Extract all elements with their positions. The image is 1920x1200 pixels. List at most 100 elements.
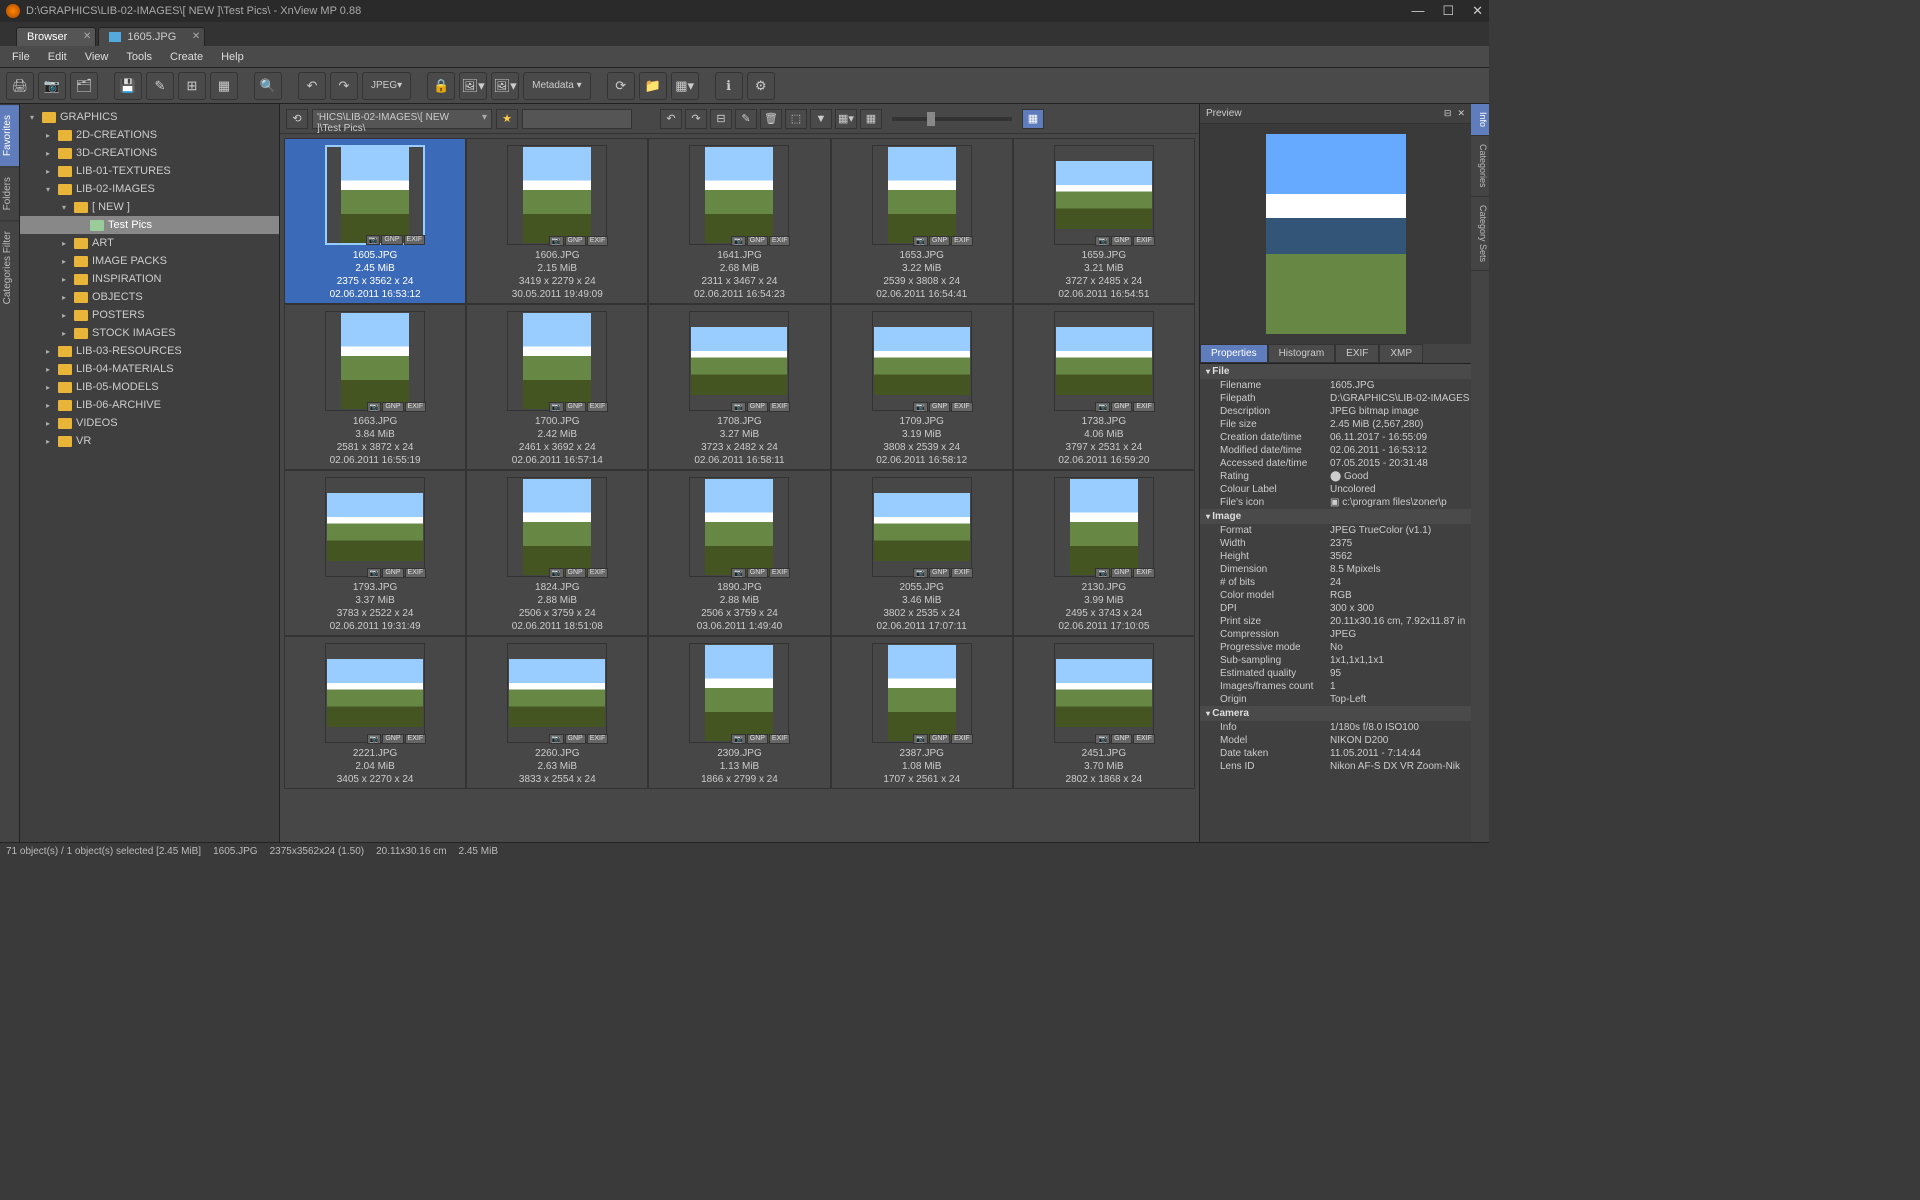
- addr-button[interactable]: ⬚: [785, 109, 807, 129]
- tree-node[interactable]: ▸LIB-05-MODELS: [20, 378, 279, 396]
- thumbnail-cell[interactable]: 📷GNPEXIF1663.JPG3.84 MiB2581 x 3872 x 24…: [284, 304, 466, 470]
- tree-node[interactable]: ▸ART: [20, 234, 279, 252]
- addr-button[interactable]: ▦: [860, 109, 882, 129]
- addr-button[interactable]: ▼: [810, 109, 832, 129]
- thumbnail-cell[interactable]: 📷GNPEXIF1709.JPG3.19 MiB3808 x 2539 x 24…: [831, 304, 1013, 470]
- tree-node[interactable]: ▾LIB-02-IMAGES: [20, 180, 279, 198]
- expand-icon[interactable]: ▸: [58, 239, 70, 248]
- addr-button[interactable]: 🗑: [760, 109, 782, 129]
- tree-node[interactable]: ▸LIB-06-ARCHIVE: [20, 396, 279, 414]
- thumbnail-cell[interactable]: 📷GNPEXIF1659.JPG3.21 MiB3727 x 2485 x 24…: [1013, 138, 1195, 304]
- doc-tab[interactable]: Browser✕: [16, 27, 96, 46]
- expand-icon[interactable]: ▸: [42, 437, 54, 446]
- thumb-size-slider[interactable]: [892, 117, 1012, 121]
- addr-button[interactable]: ⊟: [710, 109, 732, 129]
- favorite-star-button[interactable]: ★: [496, 109, 518, 129]
- folder-tree[interactable]: ▾GRAPHICS▸2D-CREATIONS▸3D-CREATIONS▸LIB-…: [20, 104, 280, 842]
- toolbar-button[interactable]: 📷: [38, 72, 66, 100]
- toolbar-button[interactable]: JPEG▾: [362, 72, 411, 100]
- expand-icon[interactable]: ▸: [58, 329, 70, 338]
- expand-icon[interactable]: ▾: [42, 185, 54, 194]
- menu-edit[interactable]: Edit: [48, 51, 67, 63]
- addr-button[interactable]: ✎: [735, 109, 757, 129]
- sidetab-folders[interactable]: Folders: [0, 166, 19, 220]
- thumbnail-cell[interactable]: 📷GNPEXIF1738.JPG4.06 MiB3797 x 2531 x 24…: [1013, 304, 1195, 470]
- expand-icon[interactable]: ▸: [42, 419, 54, 428]
- expand-icon[interactable]: ▸: [42, 347, 54, 356]
- toolbar-button[interactable]: ✎: [146, 72, 174, 100]
- close-panel-icon[interactable]: ✕: [1457, 108, 1465, 119]
- thumbnail-cell[interactable]: 📷GNPEXIF1606.JPG2.15 MiB3419 x 2279 x 24…: [466, 138, 648, 304]
- sidetab-category-sets[interactable]: Category Sets: [1471, 197, 1489, 271]
- toolbar-button[interactable]: ▦▾: [671, 72, 699, 100]
- tree-node[interactable]: ▸2D-CREATIONS: [20, 126, 279, 144]
- toolbar-button[interactable]: ↶: [298, 72, 326, 100]
- expand-icon[interactable]: ▾: [26, 113, 38, 122]
- tree-node[interactable]: ▸LIB-01-TEXTURES: [20, 162, 279, 180]
- toolbar-button[interactable]: 🖼▾: [459, 72, 487, 100]
- expand-icon[interactable]: ▸: [42, 149, 54, 158]
- thumbnail-cell[interactable]: 📷GNPEXIF2055.JPG3.46 MiB3802 x 2535 x 24…: [831, 470, 1013, 636]
- tree-node[interactable]: ▸INSPIRATION: [20, 270, 279, 288]
- tree-node[interactable]: ▸OBJECTS: [20, 288, 279, 306]
- sidetab-categories[interactable]: Categories: [1471, 136, 1489, 197]
- toolbar-button[interactable]: Metadata ▾: [523, 72, 591, 100]
- expand-icon[interactable]: ▸: [58, 257, 70, 266]
- thumbnail-cell[interactable]: 📷GNPEXIF2221.JPG2.04 MiB3405 x 2270 x 24: [284, 636, 466, 789]
- menu-view[interactable]: View: [85, 51, 109, 63]
- thumbnail-cell[interactable]: 📷GNPEXIF1605.JPG2.45 MiB2375 x 3562 x 24…: [284, 138, 466, 304]
- prop-tab-xmp[interactable]: XMP: [1379, 344, 1423, 363]
- sidetab-favorites[interactable]: Favorites: [0, 104, 19, 166]
- toolbar-button[interactable]: 🖨: [6, 72, 34, 100]
- detach-icon[interactable]: ⊟: [1444, 108, 1452, 119]
- tree-node[interactable]: ▸VR: [20, 432, 279, 450]
- thumbnail-cell[interactable]: 📷GNPEXIF2387.JPG1.08 MiB1707 x 2561 x 24: [831, 636, 1013, 789]
- prop-tab-exif[interactable]: EXIF: [1335, 344, 1379, 363]
- thumbnail-area[interactable]: 📷GNPEXIF1605.JPG2.45 MiB2375 x 3562 x 24…: [280, 134, 1199, 842]
- toolbar-button[interactable]: 🗂: [70, 72, 98, 100]
- toolbar-button[interactable]: 🔍: [254, 72, 282, 100]
- tree-node[interactable]: ▸STOCK IMAGES: [20, 324, 279, 342]
- expand-icon[interactable]: ▾: [58, 203, 70, 212]
- sidetab-info[interactable]: Info: [1471, 104, 1489, 136]
- thumbnail-cell[interactable]: 📷GNPEXIF2309.JPG1.13 MiB1866 x 2799 x 24: [648, 636, 830, 789]
- doc-tab[interactable]: 1605.JPG✕: [98, 27, 205, 46]
- tree-node[interactable]: ▾GRAPHICS: [20, 108, 279, 126]
- menu-tools[interactable]: Tools: [126, 51, 152, 63]
- prop-section[interactable]: File: [1200, 364, 1471, 379]
- prop-section[interactable]: Camera: [1200, 706, 1471, 721]
- thumbnail-cell[interactable]: 📷GNPEXIF2260.JPG2.63 MiB3833 x 2554 x 24: [466, 636, 648, 789]
- tree-node[interactable]: ▾[ NEW ]: [20, 198, 279, 216]
- prop-tab-histogram[interactable]: Histogram: [1268, 344, 1336, 363]
- menu-file[interactable]: File: [12, 51, 30, 63]
- tree-node[interactable]: Test Pics: [20, 216, 279, 234]
- thumbnail-cell[interactable]: 📷GNPEXIF1653.JPG3.22 MiB2539 x 3808 x 24…: [831, 138, 1013, 304]
- addr-button[interactable]: ↷: [685, 109, 707, 129]
- expand-icon[interactable]: ▸: [42, 365, 54, 374]
- thumbnail-cell[interactable]: 📷GNPEXIF2451.JPG3.70 MiB2802 x 1868 x 24: [1013, 636, 1195, 789]
- toolbar-button[interactable]: 🖼▾: [491, 72, 519, 100]
- toolbar-button[interactable]: ⚙: [747, 72, 775, 100]
- sidetab-categories-filter[interactable]: Categories Filter: [0, 220, 19, 314]
- nav-back-button[interactable]: ⟲: [286, 109, 308, 129]
- toolbar-button[interactable]: ⊞: [178, 72, 206, 100]
- menu-create[interactable]: Create: [170, 51, 203, 63]
- toolbar-button[interactable]: ▦: [210, 72, 238, 100]
- prop-tab-properties[interactable]: Properties: [1200, 344, 1268, 363]
- toolbar-button[interactable]: ↷: [330, 72, 358, 100]
- addr-button[interactable]: ▦▾: [835, 109, 857, 129]
- expand-icon[interactable]: ▸: [58, 275, 70, 284]
- close-tab-icon[interactable]: ✕: [192, 31, 200, 42]
- thumbnail-cell[interactable]: 📷GNPEXIF2130.JPG3.99 MiB2495 x 3743 x 24…: [1013, 470, 1195, 636]
- toolbar-button[interactable]: 💾: [114, 72, 142, 100]
- addr-button[interactable]: ↶: [660, 109, 682, 129]
- prop-section[interactable]: Image: [1200, 509, 1471, 524]
- tree-node[interactable]: ▸IMAGE PACKS: [20, 252, 279, 270]
- thumbnail-cell[interactable]: 📷GNPEXIF1641.JPG2.68 MiB2311 x 3467 x 24…: [648, 138, 830, 304]
- expand-icon[interactable]: ▸: [42, 383, 54, 392]
- close-tab-icon[interactable]: ✕: [83, 31, 91, 42]
- thumbnail-cell[interactable]: 📷GNPEXIF1708.JPG3.27 MiB3723 x 2482 x 24…: [648, 304, 830, 470]
- toolbar-button[interactable]: ⟳: [607, 72, 635, 100]
- minimize-button[interactable]: —: [1411, 3, 1424, 19]
- filter-input[interactable]: [522, 109, 632, 129]
